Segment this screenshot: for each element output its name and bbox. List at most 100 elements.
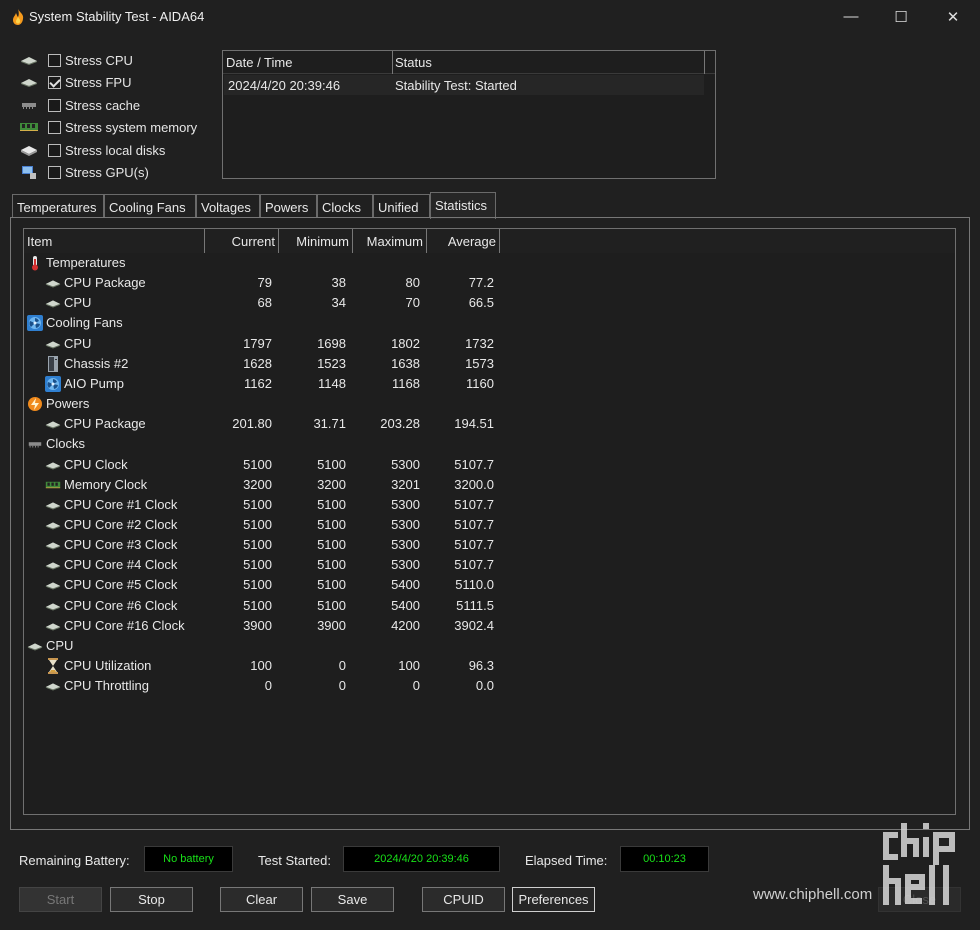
statistics-header: Item Current Minimum Maximum Average: [24, 229, 955, 253]
stress-disks-label: Stress local disks: [65, 142, 166, 158]
table-row[interactable]: CPU Core #6 Clock 5100 5100 5400 5111.5: [24, 596, 955, 616]
row-minimum-value: 5100: [317, 516, 346, 532]
table-row[interactable]: CPU Core #4 Clock 5100 5100 5300 5107.7: [24, 555, 955, 575]
table-row[interactable]: CPU Utilization 100 0 100 96.3: [24, 656, 955, 676]
row-maximum-value: 3201: [391, 476, 420, 492]
stress-gpu-checkbox[interactable]: [48, 165, 61, 179]
cpuid-button[interactable]: CPUID: [422, 887, 505, 912]
cpu-chip-icon: [45, 618, 61, 634]
maximize-button[interactable]: ☐: [875, 0, 927, 33]
log-col-divider[interactable]: [392, 51, 393, 74]
row-item-label: CPU: [46, 637, 74, 653]
row-minimum-value: 3900: [317, 617, 346, 633]
log-col-status[interactable]: Status: [395, 55, 432, 70]
stress-fpu-label: Stress FPU: [65, 74, 132, 90]
cpu-chip-icon: [45, 275, 61, 291]
start-button[interactable]: Start: [19, 887, 102, 912]
row-maximum-value: 5300: [391, 496, 420, 512]
table-row[interactable]: CPU Clock 5100 5100 5300 5107.7: [24, 455, 955, 475]
log-table[interactable]: Date / Time Status 2024/4/20 20:39:46 St…: [222, 50, 716, 179]
col-minimum[interactable]: Minimum: [282, 234, 349, 249]
row-maximum-value: 0: [412, 678, 420, 694]
row-average-value: 66.5: [468, 295, 494, 311]
cpu-chip-icon: [45, 416, 61, 432]
memory-icon: [18, 119, 40, 135]
col-divider[interactable]: [426, 229, 427, 253]
row-current-value: 5100: [243, 496, 272, 512]
table-row[interactable]: CPU Core #5 Clock 5100 5100 5400 5110.0: [24, 575, 955, 595]
minimize-icon: —: [843, 8, 859, 25]
table-row[interactable]: Chassis #2 1628 1523 1638 1573: [24, 354, 955, 374]
gpu-icon: [18, 164, 40, 180]
stress-disks-checkbox[interactable]: [48, 143, 61, 157]
cache-icon: [18, 97, 40, 113]
log-col-datetime[interactable]: Date / Time: [226, 55, 292, 70]
table-row[interactable]: CPU Core #2 Clock 5100 5100 5300 5107.7: [24, 515, 955, 535]
tab-statistics[interactable]: Statistics: [430, 192, 496, 219]
table-group-row[interactable]: Temperatures: [24, 253, 955, 273]
cpu-chip-icon: [45, 295, 61, 311]
row-average-value: 5107.7: [454, 557, 494, 573]
cpu-chip-icon: [45, 336, 61, 352]
tab-cooling-fans[interactable]: Cooling Fans: [104, 194, 196, 218]
fan-icon: [27, 315, 43, 332]
row-current-value: 1162: [244, 375, 272, 391]
stress-memory-checkbox[interactable]: [48, 120, 61, 134]
tab-clocks[interactable]: Clocks: [317, 194, 373, 218]
tab-unified[interactable]: Unified: [373, 194, 430, 218]
tab-voltages[interactable]: Voltages: [196, 194, 260, 218]
clear-button[interactable]: Clear: [220, 887, 303, 912]
row-item-label: CPU Core #1 Clock: [64, 496, 178, 512]
close-window-button[interactable]: ✕: [927, 0, 979, 33]
table-row[interactable]: CPU Package 79 38 80 77.2: [24, 273, 955, 293]
stress-fpu-checkbox[interactable]: [48, 75, 61, 89]
row-average-value: 1573: [465, 355, 494, 371]
row-current-value: 5100: [243, 557, 272, 573]
row-maximum-value: 5400: [391, 597, 420, 613]
row-maximum-value: 203.28: [380, 416, 420, 432]
col-divider[interactable]: [499, 229, 500, 253]
table-row[interactable]: CPU Core #16 Clock 3900 3900 4200 3902.4: [24, 616, 955, 636]
table-group-row[interactable]: Powers: [24, 394, 955, 414]
row-item-label: CPU Core #4 Clock: [64, 557, 178, 573]
disk-icon: [18, 142, 40, 158]
col-divider[interactable]: [352, 229, 353, 253]
tab-temperatures[interactable]: Temperatures: [12, 194, 104, 218]
stress-cache-checkbox[interactable]: [48, 98, 61, 112]
stop-button[interactable]: Stop: [110, 887, 193, 912]
row-item-label: CPU Throttling: [64, 678, 150, 694]
row-item-label: CPU Core #2 Clock: [64, 516, 178, 532]
table-row[interactable]: CPU Core #1 Clock 5100 5100 5300 5107.7: [24, 495, 955, 515]
chassis-icon: [45, 355, 61, 372]
table-row[interactable]: CPU 68 34 70 66.5: [24, 293, 955, 313]
title-bar: System Stability Test - AIDA64 — ☐ ✕: [0, 0, 980, 33]
row-average-value: 96.3: [468, 658, 494, 673]
row-average-value: 1732: [465, 335, 494, 351]
row-item-label: CPU Core #16 Clock: [64, 617, 185, 633]
col-average[interactable]: Average: [430, 234, 496, 249]
col-item[interactable]: Item: [27, 234, 52, 249]
col-divider[interactable]: [204, 229, 205, 253]
col-divider[interactable]: [278, 229, 279, 253]
col-current[interactable]: Current: [208, 234, 275, 249]
table-group-row[interactable]: CPU: [24, 636, 955, 656]
row-minimum-value: 5100: [317, 496, 346, 512]
tab-powers[interactable]: Powers: [260, 194, 317, 218]
row-current-value: 1797: [243, 335, 272, 351]
table-row[interactable]: CPU 1797 1698 1802 1732: [24, 334, 955, 354]
table-row[interactable]: AIO Pump 1162 1148 1168 1160: [24, 374, 955, 394]
table-row[interactable]: CPU Core #3 Clock 5100 5100 5300 5107.7: [24, 535, 955, 555]
statistics-table[interactable]: Item Current Minimum Maximum Average Tem…: [23, 228, 956, 815]
table-group-row[interactable]: Cooling Fans: [24, 313, 955, 333]
table-row[interactable]: CPU Package 201.80 31.71 203.28 194.51: [24, 414, 955, 434]
table-row[interactable]: Memory Clock 3200 3200 3201 3200.0: [24, 475, 955, 495]
log-col-divider[interactable]: [704, 51, 705, 74]
preferences-button[interactable]: Preferences: [512, 887, 595, 912]
row-minimum-value: 1148: [318, 375, 346, 391]
col-maximum[interactable]: Maximum: [356, 234, 423, 249]
minimize-button[interactable]: —: [825, 0, 877, 33]
save-button[interactable]: Save: [311, 887, 394, 912]
table-row[interactable]: CPU Throttling 0 0 0 0.0: [24, 676, 955, 696]
table-group-row[interactable]: Clocks: [24, 434, 955, 454]
stress-cpu-checkbox[interactable]: [48, 53, 61, 67]
